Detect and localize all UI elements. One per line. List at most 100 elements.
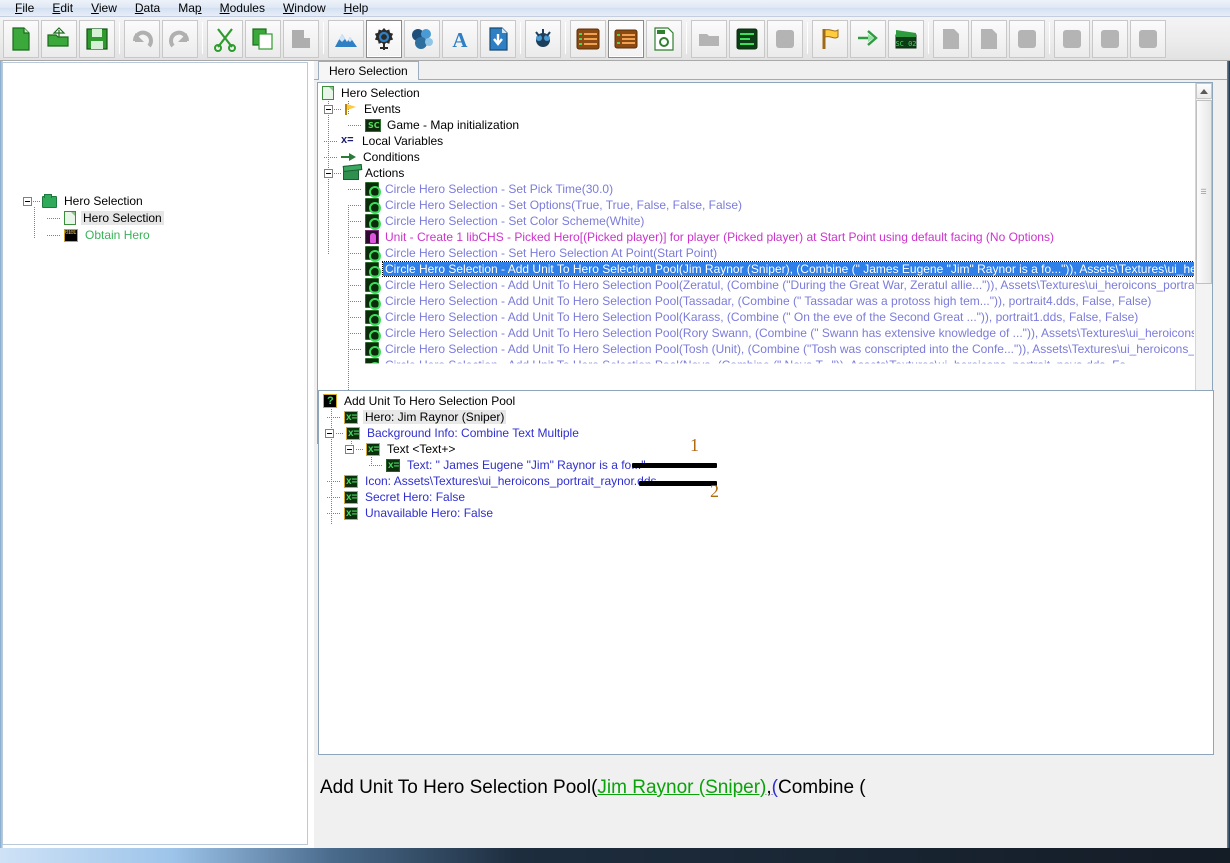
trigger-event-row[interactable]: Game - Map initialization (348, 117, 521, 133)
blank-gray-icon[interactable] (767, 19, 803, 58)
action-row[interactable]: Circle Hero Selection - Add Unit To Hero… (348, 357, 1128, 366)
tree-line (327, 480, 341, 482)
scroll-up-button[interactable] (1196, 83, 1212, 99)
action-row[interactable]: Circle Hero Selection - Set Hero Selecti… (348, 245, 719, 262)
folder-gray-icon[interactable] (691, 19, 727, 58)
xvar-icon (344, 410, 358, 425)
paste-clipboard-icon[interactable] (283, 19, 319, 58)
tab-hero-selection[interactable]: Hero Selection (318, 61, 419, 80)
action-row[interactable]: Circle Hero Selection - Set Pick Time(30… (348, 181, 615, 198)
param-label: Icon: Assets\Textures\ui_heroicons_portr… (365, 474, 657, 488)
open-folder-icon[interactable] (41, 19, 77, 58)
collapse-expander-icon[interactable] (324, 104, 333, 114)
param-row-background-info[interactable]: Background Info: Combine Text Multiple (325, 425, 581, 441)
sidebar-item-obtain-hero[interactable]: Obtain Hero (47, 227, 152, 243)
scissors-cut-icon[interactable] (207, 19, 243, 58)
trigger-gear-icon[interactable] (366, 19, 402, 58)
tree-line (348, 365, 362, 366)
tree-line (324, 156, 338, 158)
menu-window[interactable]: Window (274, 0, 335, 17)
menu-file[interactable]: File (6, 0, 43, 17)
trigger-section-actions[interactable]: Actions (324, 165, 406, 181)
trigger-doc-icon (64, 211, 76, 225)
sidebar-item-hero-selection[interactable]: Hero Selection (47, 210, 164, 226)
arrow-green-icon[interactable] (850, 19, 886, 58)
trigger-section-local-variables[interactable]: Local Variables (324, 133, 445, 149)
action-row[interactable]: Circle Hero Selection - Add Unit To Hero… (348, 293, 1153, 310)
collapse-expander-icon[interactable] (325, 428, 334, 438)
trigger-explorer-panel[interactable]: Hero Selection Hero Selection Obtain Her… (2, 62, 308, 845)
param-root-label: Add Unit To Hero Selection Pool (344, 394, 516, 408)
square-gray-3-icon[interactable] (1092, 19, 1128, 58)
menu-view[interactable]: View (82, 0, 126, 17)
new-document-icon[interactable] (3, 19, 39, 58)
gear-icon (365, 294, 381, 310)
square-gray-2-icon[interactable] (1054, 19, 1090, 58)
trigger-root-row[interactable]: Hero Selection (322, 85, 422, 101)
menu-data[interactable]: Data (126, 0, 169, 17)
menu-modules[interactable]: Modules (211, 0, 274, 17)
clapboard-green-icon[interactable]: SC 02 (888, 19, 924, 58)
copy-pages-icon[interactable] (245, 19, 281, 58)
param-row-icon[interactable]: Icon: Assets\Textures\ui_heroicons_portr… (327, 473, 659, 489)
param-row-secret-hero[interactable]: Secret Hero: False (327, 489, 467, 505)
toolbar-separator-2 (199, 21, 206, 56)
xvar-dark-icon (386, 458, 400, 473)
param-row-text-multi[interactable]: Text <Text+> (345, 441, 457, 457)
menu-map[interactable]: Map (169, 0, 210, 17)
xvar-icon (366, 442, 380, 457)
page-gray-2-icon[interactable] (971, 19, 1007, 58)
parameter-tree-panel[interactable]: Add Unit To Hero Selection Pool Hero: Ji… (318, 390, 1214, 755)
trigger-root-label: Hero Selection (341, 86, 420, 100)
param-row-hero[interactable]: Hero: Jim Raynor (Sniper) (327, 409, 507, 425)
action-row[interactable]: Circle Hero Selection - Add Unit To Hero… (348, 309, 1140, 326)
trigger-section-conditions[interactable]: Conditions (324, 149, 422, 165)
square-gray-1-icon[interactable] (1009, 19, 1045, 58)
collapse-expander-icon[interactable] (324, 168, 333, 178)
action-row[interactable]: Circle Hero Selection - Set Color Scheme… (348, 213, 646, 230)
param-row-unavailable-hero[interactable]: Unavailable Hero: False (327, 505, 495, 521)
section-label: Conditions (363, 150, 420, 164)
action-row[interactable]: Circle Hero Selection - Add Unit To Hero… (348, 277, 1194, 294)
table-orange-icon[interactable] (608, 19, 644, 58)
arrow-icon (341, 151, 357, 164)
action-row-selected[interactable]: Circle Hero Selection - Add Unit To Hero… (348, 261, 1194, 278)
redo-arrow-icon[interactable] (162, 19, 198, 58)
list-orange-icon[interactable] (570, 19, 606, 58)
menu-help[interactable]: Help (335, 0, 378, 17)
trigger-tree-list[interactable]: Hero Selection Events Game - Map initial… (318, 83, 1194, 427)
tree-line (327, 496, 341, 498)
action-row[interactable]: Unit - Create 1 libCHS - Picked Hero[(Pi… (348, 229, 1056, 245)
ai-zerg-icon[interactable] (525, 19, 561, 58)
tree-line (324, 140, 338, 142)
toolbar-separator-6 (683, 21, 690, 56)
text-a-icon[interactable]: A (442, 19, 478, 58)
trigger-panel-vertical-scrollbar[interactable]: ☰ (1195, 83, 1212, 426)
save-disk-icon[interactable] (79, 19, 115, 58)
tree-line (47, 234, 61, 236)
collapse-expander-icon[interactable] (23, 196, 32, 206)
sidebar-root-hero-selection[interactable]: Hero Selection (23, 193, 145, 209)
data-crystal-icon[interactable] (404, 19, 440, 58)
detail-param-hero[interactable]: Jim Raynor (Sniper) (597, 777, 766, 799)
gear-icon (365, 310, 381, 326)
trigger-section-events[interactable]: Events (324, 101, 403, 117)
undo-arrow-icon[interactable] (124, 19, 160, 58)
scroll-thumb[interactable]: ☰ (1196, 100, 1212, 284)
action-row[interactable]: Circle Hero Selection - Add Unit To Hero… (348, 325, 1194, 342)
menu-edit[interactable]: Edit (43, 0, 82, 17)
flag-yellow-icon[interactable] (812, 19, 848, 58)
collapse-expander-icon[interactable] (345, 444, 354, 454)
square-gray-4-icon[interactable] (1130, 19, 1166, 58)
action-row[interactable]: Circle Hero Selection - Set Options(True… (348, 197, 744, 214)
terrain-mountains-icon[interactable] (328, 19, 364, 58)
param-root-row[interactable]: Add Unit To Hero Selection Pool (323, 393, 517, 409)
page-gray-1-icon[interactable] (933, 19, 969, 58)
settings-page-icon[interactable] (646, 19, 682, 58)
param-row-text-value[interactable]: Text: " James Eugene "Jim" Raynor is a f… (369, 457, 647, 473)
action-row[interactable]: Circle Hero Selection - Add Unit To Hero… (348, 341, 1194, 358)
import-download-icon[interactable] (480, 19, 516, 58)
script-green-icon[interactable] (729, 19, 765, 58)
gear-icon (365, 262, 381, 278)
action-detail-bar[interactable]: Add Unit To Hero Selection Pool(Jim Rayn… (318, 758, 1214, 818)
